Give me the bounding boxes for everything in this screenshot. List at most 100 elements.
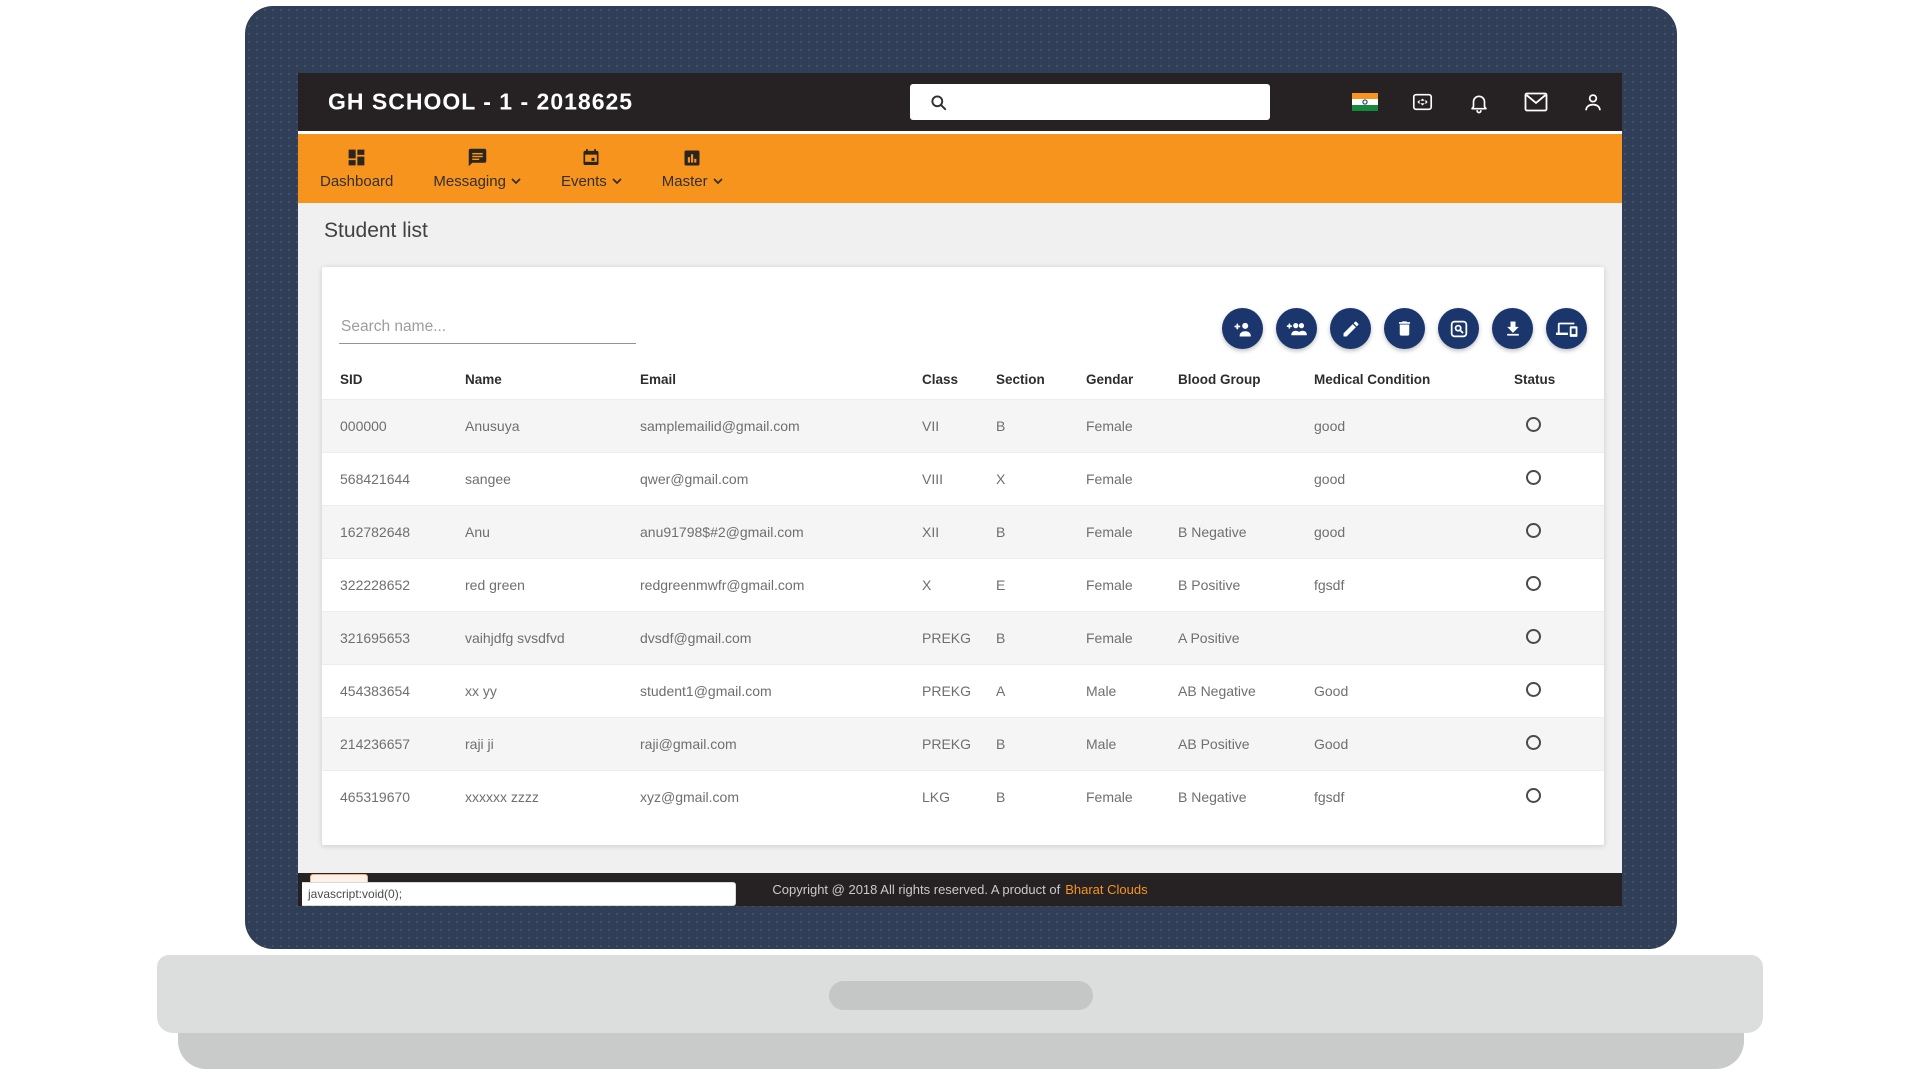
nav-label: Master <box>662 173 708 190</box>
cell-medical: good <box>1314 400 1514 453</box>
status-radio[interactable] <box>1526 523 1541 538</box>
cell-gender: Male <box>1086 718 1178 771</box>
cell-sid: 214236657 <box>322 718 465 771</box>
download-button[interactable] <box>1492 308 1533 349</box>
cell-name: vaihjdfg svsdfvd <box>465 612 640 665</box>
chevron-down-icon <box>612 178 622 185</box>
cell-status <box>1514 718 1604 771</box>
student-list-card: SID Name Email Class Section Gendar Bloo… <box>322 267 1604 845</box>
nav-item-events[interactable]: Events <box>561 147 622 190</box>
status-radio[interactable] <box>1526 629 1541 644</box>
student-name-search-input[interactable] <box>339 313 636 344</box>
global-search-box[interactable] <box>910 84 1270 120</box>
column-header-status: Status <box>1514 363 1604 400</box>
cell-blood: A Positive <box>1178 612 1314 665</box>
column-header-medical-condition: Medical Condition <box>1314 363 1514 400</box>
table-header: SID Name Email Class Section Gendar Bloo… <box>322 363 1604 400</box>
status-radio[interactable] <box>1526 470 1541 485</box>
table-row: 162782648Anuanu91798$#2@gmail.comXIIBFem… <box>322 506 1604 559</box>
status-radio[interactable] <box>1526 576 1541 591</box>
main-nav: Dashboard Messaging Events Master <box>298 131 1622 203</box>
cell-section: B <box>996 718 1086 771</box>
page: GH SCHOOL - 1 - 2018625 <box>0 0 1920 1080</box>
column-header-gender: Gendar <box>1086 363 1178 400</box>
add-group-button[interactable] <box>1276 308 1317 349</box>
bell-icon[interactable] <box>1466 89 1492 115</box>
cell-gender: Female <box>1086 453 1178 506</box>
cell-status <box>1514 665 1604 718</box>
cell-sid: 000000 <box>322 400 465 453</box>
cell-medical: good <box>1314 506 1514 559</box>
cell-gender: Female <box>1086 400 1178 453</box>
status-radio[interactable] <box>1526 417 1541 432</box>
status-radio[interactable] <box>1526 735 1541 750</box>
table-row: 454383654xx yystudent1@gmail.comPREKGAMa… <box>322 665 1604 718</box>
column-header-name: Name <box>465 363 640 400</box>
cell-class: PREKG <box>922 612 996 665</box>
cell-gender: Female <box>1086 612 1178 665</box>
cell-status <box>1514 771 1604 824</box>
preview-button[interactable] <box>1438 308 1479 349</box>
cell-blood <box>1178 453 1314 506</box>
bar-chart-icon <box>682 148 702 168</box>
column-header-class: Class <box>922 363 996 400</box>
nav-label: Messaging <box>433 173 506 190</box>
cell-medical: Good <box>1314 665 1514 718</box>
mail-icon[interactable] <box>1523 89 1549 115</box>
column-header-section: Section <box>996 363 1086 400</box>
copyright-text: Copyright @ 2018 All rights reserved. A … <box>772 882 1060 897</box>
group-add-icon <box>1285 317 1308 340</box>
nav-label: Dashboard <box>320 173 393 190</box>
cell-gender: Male <box>1086 665 1178 718</box>
cell-class: PREKG <box>922 718 996 771</box>
calendar-icon <box>581 147 601 168</box>
cell-email: qwer@gmail.com <box>640 453 922 506</box>
global-search-input[interactable] <box>948 84 1270 120</box>
table-row: 000000Anusuyasamplemailid@gmail.comVIIBF… <box>322 400 1604 453</box>
nav-item-messaging[interactable]: Messaging <box>433 147 521 190</box>
cell-section: B <box>996 400 1086 453</box>
search-icon <box>929 93 948 112</box>
profile-icon[interactable] <box>1580 89 1606 115</box>
cell-class: VII <box>922 400 996 453</box>
edit-button[interactable] <box>1330 308 1371 349</box>
status-radio[interactable] <box>1526 788 1541 803</box>
cell-section: B <box>996 612 1086 665</box>
nav-item-dashboard[interactable]: Dashboard <box>320 147 393 190</box>
cell-name: Anu <box>465 506 640 559</box>
status-radio[interactable] <box>1526 682 1541 697</box>
cell-section: B <box>996 506 1086 559</box>
delete-button[interactable] <box>1384 308 1425 349</box>
cell-sid: 321695653 <box>322 612 465 665</box>
page-title: Student list <box>324 219 428 243</box>
brand-link[interactable]: Bharat Clouds <box>1065 882 1147 897</box>
cell-medical: fgsdf <box>1314 559 1514 612</box>
cell-class: LKG <box>922 771 996 824</box>
cell-sid: 454383654 <box>322 665 465 718</box>
person-add-icon <box>1232 318 1254 340</box>
header-icons <box>1352 73 1606 131</box>
status-tooltip-text: javascript:void(0); <box>308 887 402 901</box>
cell-gender: Female <box>1086 506 1178 559</box>
cell-sid: 465319670 <box>322 771 465 824</box>
table-row: 321695653vaihjdfg svsdfvddvsdf@gmail.com… <box>322 612 1604 665</box>
search-square-icon <box>1449 319 1469 339</box>
cell-blood: AB Positive <box>1178 718 1314 771</box>
devices-button[interactable] <box>1546 308 1587 349</box>
nav-item-master[interactable]: Master <box>662 148 723 190</box>
cell-status <box>1514 400 1604 453</box>
cell-blood: B Positive <box>1178 559 1314 612</box>
trash-icon <box>1395 319 1414 338</box>
cell-name: sangee <box>465 453 640 506</box>
chat-icon <box>467 147 488 168</box>
column-header-email: Email <box>640 363 922 400</box>
laptop-base-notch <box>829 981 1093 1010</box>
cell-gender: Female <box>1086 771 1178 824</box>
fullscreen-icon[interactable] <box>1409 89 1435 115</box>
cell-email: dvsdf@gmail.com <box>640 612 922 665</box>
add-student-button[interactable] <box>1222 308 1263 349</box>
cell-sid: 568421644 <box>322 453 465 506</box>
india-flag-icon[interactable] <box>1352 89 1378 115</box>
cell-name: xx yy <box>465 665 640 718</box>
app-screen: GH SCHOOL - 1 - 2018625 <box>298 73 1622 906</box>
